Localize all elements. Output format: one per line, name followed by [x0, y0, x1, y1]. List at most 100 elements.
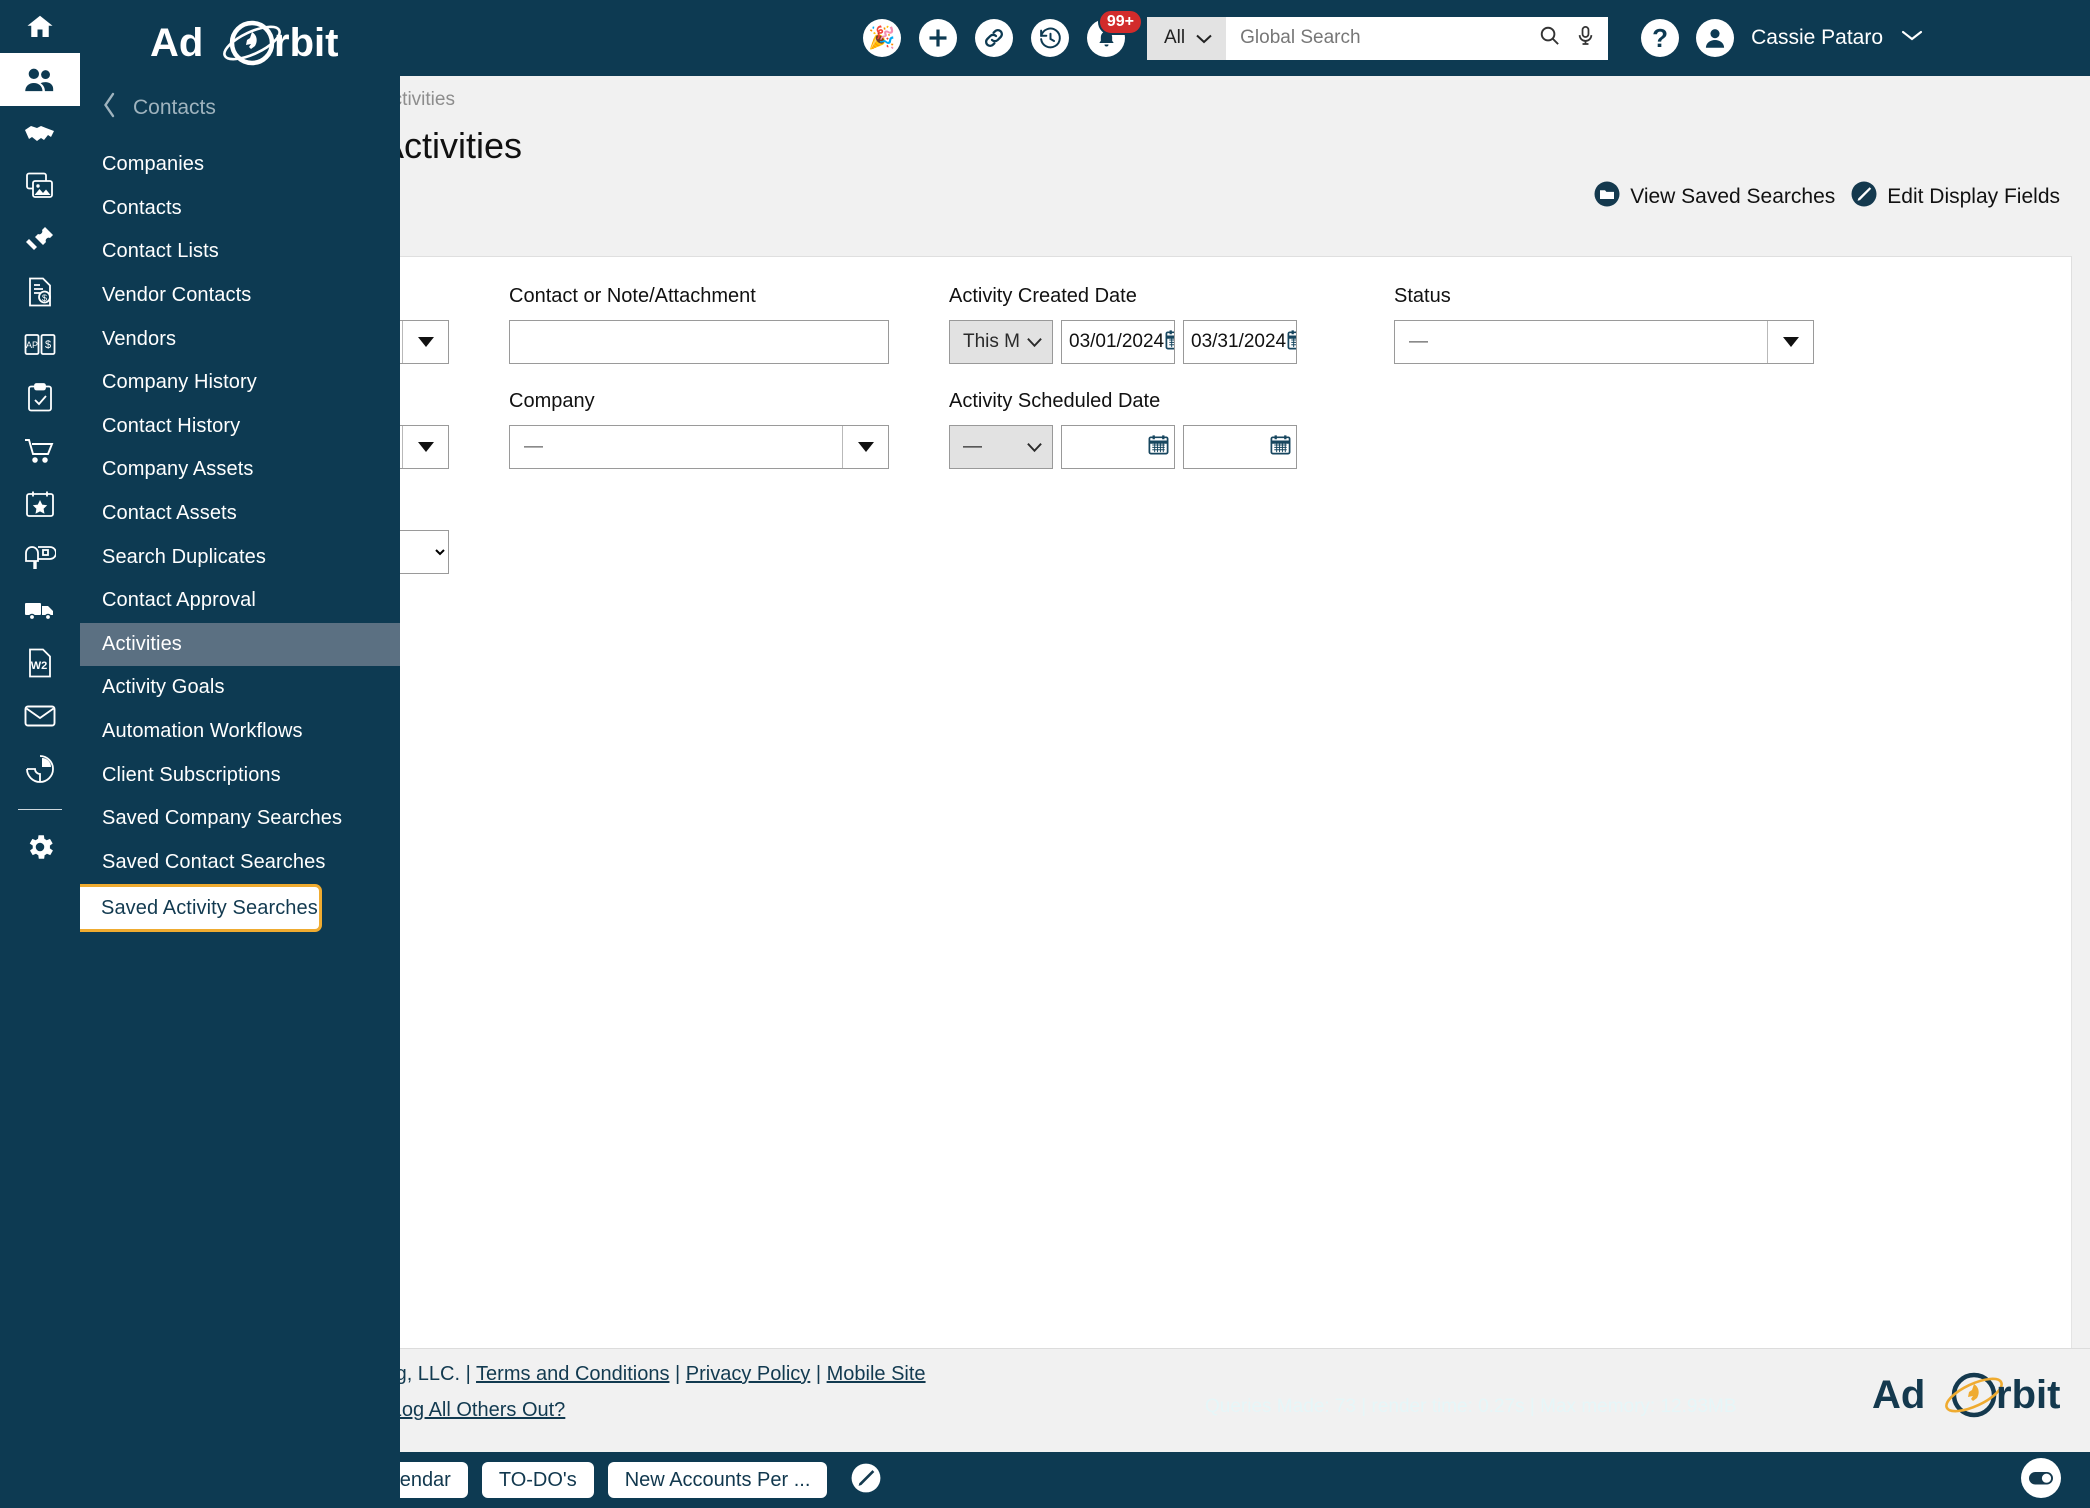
taskbar-pencil-icon[interactable]: [851, 1463, 881, 1498]
chevron-down-icon: [1027, 443, 1042, 453]
rail-item-contacts[interactable]: [0, 53, 80, 106]
activity-created-date-row: This M 03/01/2024 03/31/2024: [949, 320, 1334, 364]
menu-item-label: Client Subscriptions: [102, 763, 281, 786]
rail-item-accounts-payable[interactable]: AP $: [0, 318, 80, 371]
activity-created-date-label: Activity Created Date: [949, 285, 1137, 307]
menu-item-search-duplicates[interactable]: Search Duplicates: [80, 535, 400, 579]
rail-item-ecommerce[interactable]: [0, 424, 80, 477]
rail-item-media[interactable]: [0, 159, 80, 212]
svg-text:$: $: [42, 293, 47, 303]
taskbar-chip[interactable]: TO-DO's: [481, 1462, 594, 1498]
avatar[interactable]: [1696, 19, 1735, 57]
activity-scheduled-date-preset[interactable]: —: [949, 425, 1053, 469]
rail-item-events[interactable]: [0, 212, 80, 265]
mobile-site-link[interactable]: Mobile Site: [827, 1363, 926, 1385]
folder-icon: [1594, 181, 1620, 213]
activity-created-date-to-value: 03/31/2024: [1191, 331, 1287, 352]
menu-item-companies[interactable]: Companies: [80, 143, 400, 187]
rail-item-home[interactable]: [0, 0, 80, 53]
menu-item-label: Contact Approval: [102, 589, 256, 612]
rail-item-mailbox[interactable]: [0, 530, 80, 583]
rail-item-calendar[interactable]: [0, 477, 80, 530]
ticket-icon: [25, 225, 55, 253]
search-scope-dropdown[interactable]: All: [1147, 16, 1227, 60]
search-input[interactable]: [1238, 26, 1525, 50]
menu-item-label: Search Duplicates: [102, 545, 267, 568]
menu-item-contact-assets[interactable]: Contact Assets: [80, 492, 400, 536]
view-saved-searches-button[interactable]: View Saved Searches: [1594, 181, 1835, 213]
menu-item-vendors[interactable]: Vendors: [80, 317, 400, 361]
menu-item-saved-contact-searches[interactable]: Saved Contact Searches: [80, 841, 400, 885]
dropdown-arrow-icon: [402, 321, 448, 363]
menu-item-saved-activity-searches[interactable]: Saved Activity Searches: [64, 884, 322, 933]
rail-item-sales[interactable]: [0, 106, 80, 159]
menu-item-automation-workflows[interactable]: Automation Workflows: [80, 710, 400, 754]
terms-link[interactable]: Terms and Conditions: [476, 1363, 669, 1385]
rail-item-email[interactable]: [0, 689, 80, 742]
left-icon-rail: $ AP $ W2: [0, 0, 80, 1508]
company-select[interactable]: —: [509, 425, 889, 469]
menu-logo[interactable]: Ad rbit: [80, 0, 400, 87]
log-all-others-out-link[interactable]: Log All Others Out?: [391, 1399, 566, 1421]
dropdown-arrow-icon: [842, 426, 888, 468]
taskbar-toggle-switch[interactable]: [2020, 1457, 2062, 1504]
truck-icon: [24, 598, 56, 622]
menu-item-client-subscriptions[interactable]: Client Subscriptions: [80, 753, 400, 797]
rail-item-distribution[interactable]: [0, 583, 80, 636]
menu-item-saved-company-searches[interactable]: Saved Company Searches: [80, 797, 400, 841]
w2-document-icon: W2: [27, 648, 53, 678]
rail-item-settings[interactable]: [0, 820, 80, 873]
menu-back-button[interactable]: Contacts: [80, 87, 400, 143]
svg-text:AP: AP: [26, 340, 38, 350]
menu-item-activities[interactable]: Activities: [80, 622, 400, 667]
invoice-dollar-icon: $: [27, 277, 53, 307]
contact-or-note-input[interactable]: [509, 320, 889, 364]
menu-item-label: Company Assets: [102, 458, 254, 481]
activity-scheduled-date-label: Activity Scheduled Date: [949, 390, 1161, 412]
activity-scheduled-date-from[interactable]: [1061, 425, 1175, 469]
menu-item-activity-goals[interactable]: Activity Goals: [80, 666, 400, 710]
edit-display-fields-button[interactable]: Edit Display Fields: [1851, 181, 2060, 213]
menu-item-company-assets[interactable]: Company Assets: [80, 448, 400, 492]
search-field-wrap: [1226, 16, 1609, 60]
user-menu-chevron-down-icon[interactable]: [1900, 28, 1924, 48]
taskbar-chip[interactable]: New Accounts Per ...: [607, 1462, 828, 1498]
calendar-icon[interactable]: [1147, 433, 1170, 462]
calendar-icon[interactable]: [1286, 328, 1296, 357]
activity-created-date-preset[interactable]: This M: [949, 320, 1053, 364]
search-icon[interactable]: [1538, 24, 1561, 52]
activity-scheduled-date-preset-value: —: [963, 436, 982, 457]
calendar-icon[interactable]: [1269, 433, 1292, 462]
menu-item-contact-history[interactable]: Contact History: [80, 405, 400, 449]
menu-item-contact-lists[interactable]: Contact Lists: [80, 230, 400, 274]
rail-item-billing[interactable]: $: [0, 265, 80, 318]
user-name-label: Cassie Pataro: [1751, 26, 1884, 49]
history-icon[interactable]: [1031, 19, 1069, 57]
status-select[interactable]: —: [1394, 320, 1814, 364]
menu-item-vendor-contacts[interactable]: Vendor Contacts: [80, 274, 400, 318]
help-icon[interactable]: ?: [1641, 19, 1680, 57]
menu-item-contact-approval[interactable]: Contact Approval: [80, 579, 400, 623]
rail-item-payroll[interactable]: W2: [0, 636, 80, 689]
activity-scheduled-date-to[interactable]: [1183, 425, 1297, 469]
svg-text:W2: W2: [31, 660, 48, 672]
link-icon[interactable]: [975, 19, 1013, 57]
activity-created-date-to[interactable]: 03/31/2024: [1183, 320, 1297, 364]
celebration-icon[interactable]: 🎉: [863, 19, 901, 57]
contact-or-note-label: Contact or Note/Attachment: [509, 285, 756, 307]
view-saved-searches-label: View Saved Searches: [1630, 185, 1836, 208]
privacy-link[interactable]: Privacy Policy: [686, 1363, 810, 1385]
notifications-bell-icon[interactable]: 99+: [1087, 9, 1143, 57]
rail-item-reports[interactable]: [0, 742, 80, 795]
menu-item-label: Contacts: [102, 196, 182, 219]
menu-item-label: Saved Activity Searches: [101, 896, 318, 919]
calendar-icon[interactable]: [1164, 328, 1174, 357]
menu-item-company-history[interactable]: Company History: [80, 361, 400, 405]
rail-item-tasks[interactable]: [0, 371, 80, 424]
menu-item-contacts[interactable]: Contacts: [80, 187, 400, 231]
activity-created-date-from[interactable]: 03/01/2024: [1061, 320, 1175, 364]
add-icon[interactable]: [919, 19, 957, 57]
activity-created-date-preset-value: This M: [963, 331, 1020, 352]
microphone-icon[interactable]: [1575, 24, 1596, 52]
image-icon: [25, 172, 55, 200]
